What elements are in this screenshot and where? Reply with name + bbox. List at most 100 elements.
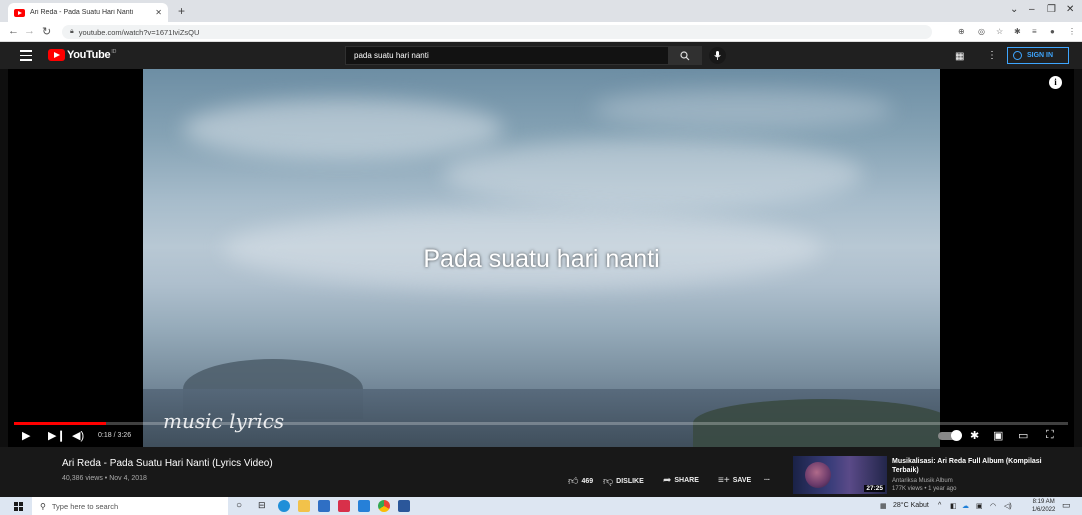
notifications-icon[interactable]: ▭ — [1062, 500, 1071, 511]
sign-in-label: SIGN IN — [1027, 52, 1054, 59]
more-actions-button[interactable]: ... — [764, 475, 770, 482]
file-explorer-icon[interactable] — [298, 500, 310, 512]
browser-toolbar: ← → ↻ 🔒︎ youtube.com/watch?v=1671IviZsQU… — [0, 22, 1082, 42]
thumbs-up-icon: 👍︎ — [568, 476, 579, 487]
screen: Ari Reda - Pada Suatu Hari Nanti ✕ + ⌄ –… — [0, 0, 1082, 515]
mail-icon[interactable] — [358, 500, 370, 512]
install-icon[interactable]: ⊕ — [958, 27, 965, 36]
weather-text[interactable]: 28°C Kabut — [893, 502, 929, 509]
extension-icon[interactable]: ✱ — [1014, 27, 1021, 36]
video-meta: 40,386 views • Nov 4, 2018 — [62, 475, 147, 482]
app-icon[interactable] — [338, 500, 350, 512]
share-label: SHARE — [674, 477, 699, 484]
info-icon[interactable]: i — [1049, 76, 1062, 89]
display-icon[interactable]: ▣ — [976, 502, 983, 510]
clock-time: 8:19 AM — [1032, 499, 1055, 505]
browser-tab-strip: Ari Reda - Pada Suatu Hari Nanti ✕ + ⌄ –… — [0, 0, 1082, 22]
youtube-favicon-icon — [14, 8, 25, 17]
back-arrow-icon[interactable]: ← — [8, 25, 19, 37]
dislike-button[interactable]: 👎︎ DISLIKE — [603, 475, 644, 487]
maximize-button[interactable]: ❐ — [1047, 4, 1056, 15]
volume-icon[interactable]: ◀︎) — [72, 429, 84, 442]
share-icon: ➦ — [663, 475, 672, 486]
time-display: 0:18 / 3:26 — [98, 432, 132, 439]
edge-icon[interactable] — [278, 500, 290, 512]
logo-region: ID — [111, 49, 117, 55]
store-icon[interactable] — [318, 500, 330, 512]
autoplay-toggle[interactable] — [938, 430, 962, 441]
tab-search-icon[interactable]: ⌄ — [1010, 4, 1018, 15]
settings-more-icon[interactable]: ⋮ — [987, 50, 997, 61]
voice-search-button[interactable] — [709, 47, 726, 64]
fullscreen-icon[interactable]: ⛶ — [1046, 429, 1054, 442]
up-next-thumbnail[interactable]: 27:25 — [793, 456, 887, 494]
progress-bar[interactable] — [14, 422, 1068, 425]
reading-list-icon[interactable]: ≡ — [1032, 27, 1037, 36]
address-bar[interactable]: 🔒︎ youtube.com/watch?v=1671IviZsQU — [62, 25, 932, 39]
theater-mode-icon[interactable]: ▭ — [1018, 429, 1028, 442]
clock-date: 1/6/2022 — [1032, 507, 1056, 513]
lyric-caption: Pada suatu hari nanti — [423, 245, 660, 273]
microphone-icon — [714, 51, 721, 60]
playlist-add-icon: ≡+ — [718, 475, 730, 486]
windows-start-icon[interactable] — [14, 502, 23, 511]
cortana-icon[interactable]: ○ — [236, 500, 242, 511]
apps-grid-icon[interactable]: ▦ — [955, 51, 964, 62]
like-button[interactable]: 👍︎ 469 — [568, 475, 593, 487]
lock-icon: 🔒︎ — [70, 28, 74, 35]
video-title: Ari Reda - Pada Suatu Hari Nanti (Lyrics… — [62, 458, 273, 469]
miniplayer-icon[interactable]: ▣ — [993, 429, 1003, 442]
youtube-logo[interactable]: YouTube ID — [48, 49, 116, 61]
weather-icon[interactable]: ▦ — [880, 502, 887, 510]
next-icon[interactable]: ▶❙ — [48, 429, 66, 442]
save-label: SAVE — [732, 477, 752, 484]
music-lyrics-watermark: music lyrics — [163, 409, 285, 433]
sign-in-button[interactable]: SIGN IN — [1007, 47, 1069, 64]
up-next-channel[interactable]: Antariksa Musik Album — [892, 478, 953, 484]
minimize-button[interactable]: – — [1029, 4, 1035, 15]
new-tab-button[interactable]: + — [178, 4, 185, 18]
network-icon[interactable]: ◧ — [950, 502, 957, 510]
taskbar-search-placeholder: Type here to search — [51, 501, 119, 511]
video-frame: Pada suatu hari nanti music lyrics — [143, 69, 940, 447]
address-url: youtube.com/watch?v=1671IviZsQU — [78, 27, 200, 37]
chrome-icon[interactable] — [378, 500, 390, 512]
share-page-icon[interactable]: ◎ — [978, 27, 985, 36]
play-icon[interactable]: ▶ — [22, 429, 30, 442]
bookmark-star-icon[interactable]: ☆ — [996, 27, 1003, 36]
share-button[interactable]: ➦ SHARE — [663, 475, 699, 486]
search-input[interactable]: pada suatu hari nanti ✕ — [345, 46, 702, 65]
wifi-icon[interactable]: ◠ — [990, 502, 996, 510]
magnifier-icon: ⚲ — [40, 501, 46, 511]
more-actions-label: ... — [764, 475, 770, 482]
forward-arrow-icon[interactable]: → — [24, 25, 35, 37]
dislike-label: DISLIKE — [616, 477, 644, 485]
word-icon[interactable] — [398, 500, 410, 512]
thumbs-down-icon: 👎︎ — [603, 476, 614, 487]
settings-gear-icon[interactable]: ✱ — [970, 429, 979, 442]
close-window-button[interactable]: ✕ — [1066, 4, 1074, 15]
logo-wordmark: YouTube — [67, 49, 111, 61]
taskbar-clock[interactable]: 8:19 AM 1/6/2022 — [1032, 498, 1055, 514]
onedrive-icon[interactable]: ☁ — [962, 502, 969, 510]
search-icon — [680, 50, 690, 60]
tab-close-icon[interactable]: ✕ — [155, 8, 162, 17]
windows-taskbar: ⚲ Type here to search ○ ⊟ ▦ 28°C Kabut ^… — [0, 497, 1082, 515]
browser-menu-icon[interactable]: ⋮ — [1068, 27, 1076, 36]
tray-expand-icon[interactable]: ^ — [938, 502, 941, 509]
up-next-views: 177K views • 1 year ago — [892, 486, 957, 492]
speaker-icon[interactable]: ◁) — [1004, 502, 1012, 510]
menu-icon[interactable] — [20, 50, 32, 64]
up-next-title[interactable]: Musikalisasi: Ari Reda Full Album (Kompi… — [892, 457, 1042, 475]
watch-info: Ari Reda - Pada Suatu Hari Nanti (Lyrics… — [0, 447, 1082, 497]
taskbar-search-input[interactable]: ⚲ Type here to search — [32, 497, 228, 515]
profile-icon[interactable]: ● — [1050, 27, 1055, 36]
reload-icon[interactable]: ↻ — [42, 25, 51, 38]
video-player[interactable]: Pada suatu hari nanti music lyrics i ▶ ▶… — [8, 69, 1074, 447]
youtube-masthead: YouTube ID pada suatu hari nanti ✕ ▦ ⋮ S… — [0, 42, 1082, 69]
browser-tab[interactable]: Ari Reda - Pada Suatu Hari Nanti ✕ — [8, 3, 168, 22]
search-query: pada suatu hari nanti — [354, 51, 429, 60]
save-button[interactable]: ≡+ SAVE — [718, 475, 751, 486]
task-view-icon[interactable]: ⊟ — [258, 500, 266, 511]
search-button[interactable] — [668, 46, 702, 65]
